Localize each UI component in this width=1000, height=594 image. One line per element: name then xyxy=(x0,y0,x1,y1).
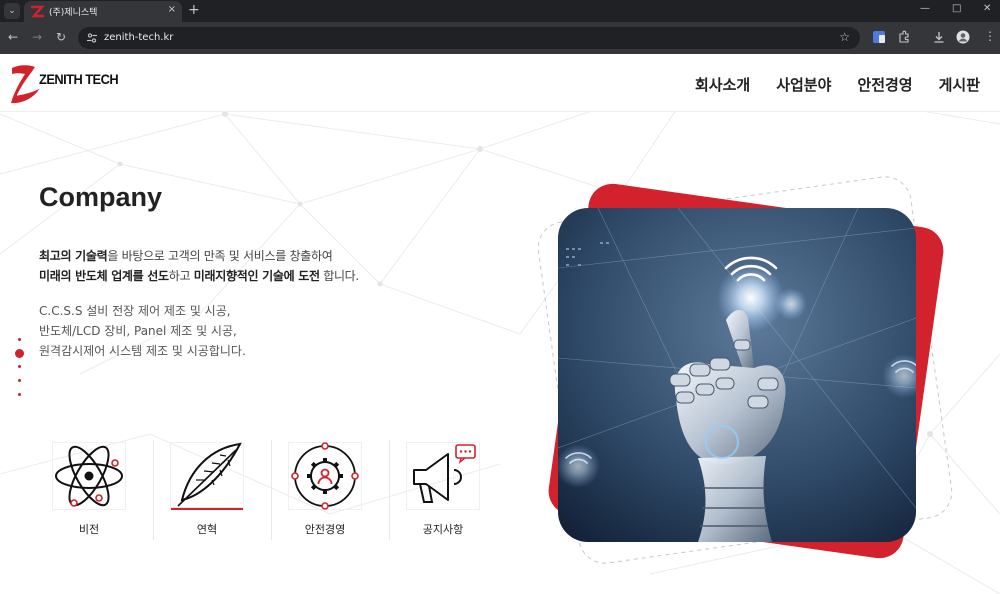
browser-menu-icon[interactable]: ⋮ xyxy=(984,29,996,43)
megaphone-icon xyxy=(406,442,480,510)
service-line: 반도체/LCD 장비, Panel 제조 및 시공, xyxy=(39,324,237,338)
zenith-tech-logo[interactable]: ZENITH TECH xyxy=(8,62,119,106)
logo-wordmark: ZENITH TECH xyxy=(39,71,119,87)
close-window-button[interactable]: ✕ xyxy=(983,3,991,14)
new-tab-button[interactable]: + xyxy=(188,2,200,18)
nav-item-business[interactable]: 사업분야 xyxy=(776,74,831,95)
site-header: ZENITH TECH 회사소개 사업분야 안전경영 게시판 xyxy=(0,54,1000,112)
bookmark-star-icon[interactable]: ☆ xyxy=(839,30,850,44)
feather-icon xyxy=(170,442,244,510)
back-button[interactable]: ← xyxy=(8,30,18,44)
desc-emphasis: 미래지향적인 기술에 도전 xyxy=(193,269,320,283)
download-icon[interactable] xyxy=(932,30,946,44)
quick-link-label: 공지사항 xyxy=(422,523,464,536)
desc-text: 을 바탕으로 고객의 만족 및 서비스를 창출하여 xyxy=(107,249,333,263)
quick-link-vision[interactable]: 비전 xyxy=(36,440,154,540)
slide-pager xyxy=(14,338,26,400)
translate-icon[interactable] xyxy=(872,30,886,44)
desc-text: 합니다. xyxy=(319,269,359,283)
web-page: ZENITH TECH 회사소개 사업분야 안전경영 게시판 Company 최… xyxy=(0,54,1000,594)
tab-title: (주)제니스텍 xyxy=(49,8,98,18)
main-navigation: 회사소개 사업분야 안전경영 게시판 xyxy=(695,74,980,95)
desc-emphasis: 미래의 반도체 업계를 선도 xyxy=(39,269,169,283)
quick-link-notice[interactable]: 공지사항 xyxy=(390,440,508,540)
pager-dot[interactable] xyxy=(18,338,21,341)
maximize-button[interactable]: □ xyxy=(952,3,961,14)
service-line: C.C.S.S 설비 전장 제어 제조 및 시공, xyxy=(39,304,231,318)
quick-link-safety[interactable]: 안전경영 xyxy=(272,440,390,540)
service-line: 원격감시제어 시스템 제조 및 시공합니다. xyxy=(39,344,246,358)
browser-toolbar: ← → ↻ zenith-tech.kr ☆ ⋮ xyxy=(0,22,1000,54)
quick-link-history[interactable]: 연혁 xyxy=(154,440,272,540)
browser-tab[interactable]: (주)제니스텍 × xyxy=(24,1,182,22)
atom-icon xyxy=(52,442,126,510)
pager-dot[interactable] xyxy=(18,379,21,382)
hero-title: Company xyxy=(39,182,163,212)
minimize-button[interactable]: — xyxy=(920,3,930,14)
nav-item-safety[interactable]: 안전경영 xyxy=(857,74,912,95)
extensions-icon[interactable] xyxy=(897,30,911,44)
tab-close-icon[interactable]: × xyxy=(168,4,176,15)
quick-links: 비전 연혁 안전경영 공지사항 xyxy=(36,440,508,540)
quick-link-label: 안전경영 xyxy=(304,523,346,536)
reload-button[interactable]: ↻ xyxy=(56,30,66,44)
nav-item-board[interactable]: 게시판 xyxy=(939,74,980,95)
url-text: zenith-tech.kr xyxy=(104,32,174,43)
tab-search-button[interactable]: ⌄ xyxy=(4,3,20,19)
nav-item-company[interactable]: 회사소개 xyxy=(695,74,750,95)
pager-dot[interactable] xyxy=(18,365,21,368)
address-bar[interactable]: zenith-tech.kr ☆ xyxy=(78,27,860,49)
pager-dot-active[interactable] xyxy=(15,349,24,358)
desc-text: 하고 xyxy=(168,269,194,283)
profile-avatar-icon[interactable] xyxy=(956,30,970,44)
browser-tab-bar: ⌄ (주)제니스텍 × + — □ ✕ xyxy=(0,0,1000,22)
desc-emphasis: 최고의 기술력 xyxy=(39,249,108,263)
quick-link-label: 비전 xyxy=(78,523,100,536)
safety-gear-icon xyxy=(288,442,362,510)
forward-button[interactable]: → xyxy=(32,30,42,44)
site-info-icon[interactable] xyxy=(86,32,98,44)
pager-dot[interactable] xyxy=(18,393,21,396)
hero-visual xyxy=(515,164,995,594)
robot-hand-image xyxy=(558,208,916,542)
service-list: C.C.S.S 설비 전장 제어 제조 및 시공, 반도체/LCD 장비, Pa… xyxy=(39,301,246,361)
zenith-favicon-icon xyxy=(31,5,44,18)
hero-description: 최고의 기술력을 바탕으로 고객의 만족 및 서비스를 창출하여 미래의 반도체… xyxy=(39,246,359,286)
quick-link-label: 연혁 xyxy=(196,523,218,536)
